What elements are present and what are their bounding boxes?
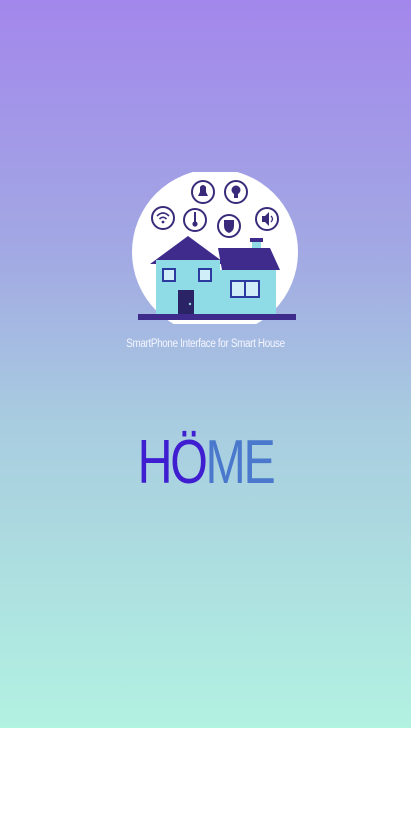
tagline: SmartPhone Interface for Smart House: [126, 338, 285, 350]
brand-wordmark: HÖME: [45, 428, 366, 498]
wifi-icon: [151, 206, 175, 230]
thermometer-icon: [183, 208, 207, 232]
bottom-blank-area: [0, 728, 411, 823]
brand-part-1: HÖ: [137, 428, 208, 497]
speaker-icon: [255, 207, 279, 231]
smart-house-logo: [132, 172, 298, 324]
bell-icon: [191, 180, 215, 204]
splash-screen: SmartPhone Interface for Smart House HÖM…: [0, 0, 411, 728]
bulb-icon: [224, 180, 248, 204]
brand-part-2: ME: [205, 428, 276, 497]
shield-icon: [217, 214, 241, 238]
